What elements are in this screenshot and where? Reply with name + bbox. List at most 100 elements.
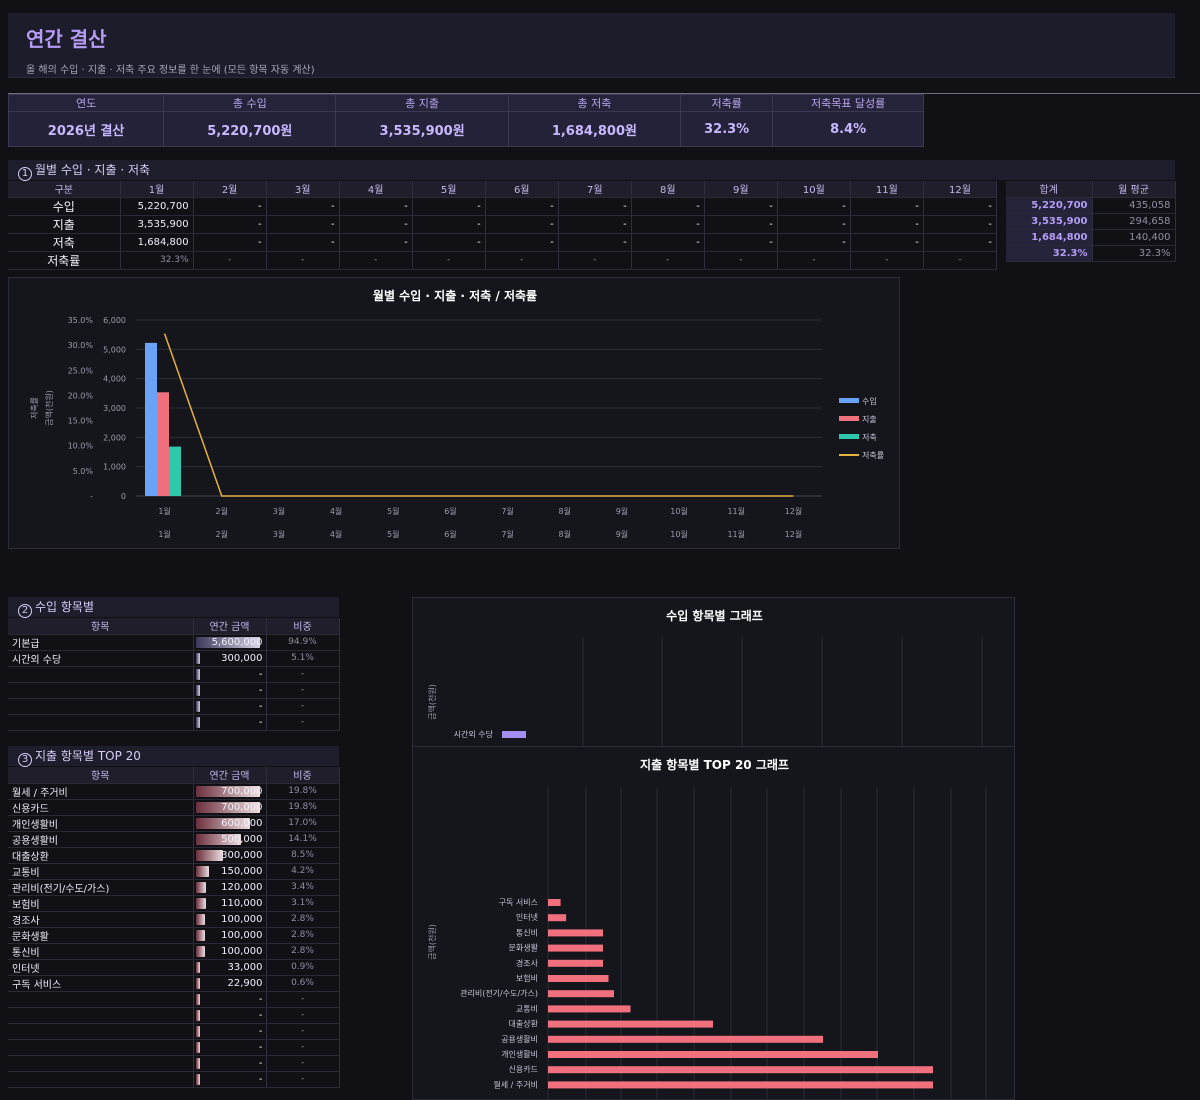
item-share[interactable]: 3.1% [266, 895, 340, 912]
table-cell[interactable]: - [558, 233, 632, 252]
table-cell[interactable]: - [704, 251, 778, 270]
average-cell[interactable]: 140,400 [1092, 229, 1176, 246]
item-amount[interactable]: - [193, 1039, 267, 1056]
table-cell[interactable]: - [485, 197, 559, 216]
item-name[interactable] [8, 1055, 194, 1072]
item-share[interactable]: 19.8% [266, 799, 340, 816]
bar[interactable] [548, 990, 614, 998]
summary-year[interactable]: 2026년 결산 [7, 111, 165, 147]
item-name[interactable]: 대출상환 [8, 847, 194, 864]
table-cell[interactable]: - [704, 233, 778, 252]
item-name[interactable] [8, 714, 194, 731]
item-name[interactable]: 시간외 수당 [8, 650, 194, 667]
item-share[interactable]: - [266, 1023, 340, 1040]
table-cell[interactable]: - [850, 233, 924, 252]
item-share[interactable]: 2.8% [266, 911, 340, 928]
table-cell[interactable]: - [850, 215, 924, 234]
legend-label[interactable]: 저축률 [862, 451, 884, 460]
total-cell[interactable]: 32.3% [1006, 245, 1093, 262]
item-share[interactable]: - [266, 698, 340, 715]
table-cell[interactable]: - [485, 233, 559, 252]
item-name[interactable] [8, 666, 194, 683]
item-name[interactable]: 인터넷 [8, 959, 194, 976]
item-name[interactable]: 신용카드 [8, 799, 194, 816]
bar-지출[interactable] [157, 392, 169, 496]
table-cell[interactable]: 3,535,900 [120, 215, 194, 234]
item-share[interactable]: 8.5% [266, 847, 340, 864]
table-cell[interactable]: - [193, 233, 267, 252]
table-cell[interactable]: - [777, 215, 851, 234]
item-amount[interactable]: - [193, 666, 267, 683]
item-name[interactable] [8, 1023, 194, 1040]
table-cell[interactable]: - [193, 251, 267, 270]
item-name[interactable]: 기본급 [8, 634, 194, 651]
item-amount[interactable]: 600,000 [193, 815, 267, 832]
item-amount[interactable]: 150,000 [193, 863, 267, 880]
summary-goal-rate[interactable]: 8.4% [772, 111, 924, 147]
item-amount[interactable]: - [193, 714, 267, 731]
item-amount[interactable]: 300,000 [193, 650, 267, 667]
bar[interactable] [502, 731, 526, 738]
summary-total-savings[interactable]: 1,684,800원 [507, 111, 682, 147]
table-cell[interactable]: - [339, 197, 413, 216]
bar[interactable] [548, 1005, 631, 1013]
item-amount[interactable]: 110,000 [193, 895, 267, 912]
item-amount[interactable]: 500,000 [193, 831, 267, 848]
item-amount[interactable]: - [193, 1071, 267, 1088]
table-cell[interactable]: - [558, 215, 632, 234]
table-cell[interactable]: - [485, 215, 559, 234]
table-cell[interactable]: - [193, 215, 267, 234]
item-name[interactable]: 경조사 [8, 911, 194, 928]
item-name[interactable] [8, 991, 194, 1008]
table-cell[interactable]: - [339, 233, 413, 252]
table-cell[interactable]: - [266, 233, 340, 252]
item-amount[interactable]: - [193, 1023, 267, 1040]
item-name[interactable]: 보험비 [8, 895, 194, 912]
item-name[interactable] [8, 1039, 194, 1056]
bar[interactable] [548, 944, 603, 952]
item-name[interactable]: 월세 / 주거비 [8, 783, 194, 800]
item-share[interactable]: 3.4% [266, 879, 340, 896]
bar[interactable] [548, 975, 609, 982]
item-share[interactable]: 14.1% [266, 831, 340, 848]
item-name[interactable] [8, 1007, 194, 1024]
item-name[interactable]: 문화생활 [8, 927, 194, 944]
item-amount[interactable]: 700,000 [193, 799, 267, 816]
item-share[interactable]: 0.9% [266, 959, 340, 976]
bar[interactable] [548, 929, 603, 937]
bar[interactable] [548, 1066, 933, 1074]
table-cell[interactable]: - [923, 251, 998, 270]
line-저축률[interactable] [163, 333, 794, 497]
item-amount[interactable]: - [193, 698, 267, 715]
table-cell[interactable]: - [412, 215, 486, 234]
item-amount[interactable]: 5,600,000 [193, 634, 267, 651]
legend-label[interactable]: 저축 [862, 433, 877, 442]
item-share[interactable]: - [266, 1055, 340, 1072]
item-amount[interactable]: 22,900 [193, 975, 267, 992]
legend-label[interactable]: 수입 [862, 397, 877, 406]
table-cell[interactable]: - [777, 251, 851, 270]
item-amount[interactable]: 100,000 [193, 943, 267, 960]
table-cell[interactable]: - [777, 233, 851, 252]
item-name[interactable]: 구독 서비스 [8, 975, 194, 992]
bar[interactable] [548, 914, 567, 922]
table-cell[interactable]: 32.3% [120, 251, 194, 270]
item-share[interactable]: 4.2% [266, 863, 340, 880]
total-cell[interactable]: 1,684,800 [1006, 229, 1093, 246]
bar[interactable] [548, 1081, 933, 1089]
total-cell[interactable]: 3,535,900 [1006, 213, 1093, 230]
table-cell[interactable]: - [631, 197, 705, 216]
bar-저축[interactable] [169, 446, 181, 496]
item-amount[interactable]: 120,000 [193, 879, 267, 896]
item-amount[interactable]: - [193, 1007, 267, 1024]
table-cell[interactable]: - [266, 197, 340, 216]
item-amount[interactable]: - [193, 1055, 267, 1072]
table-cell[interactable]: - [339, 215, 413, 234]
average-cell[interactable]: 32.3% [1092, 245, 1176, 262]
table-cell[interactable]: - [485, 251, 559, 270]
average-cell[interactable]: 294,658 [1092, 213, 1176, 230]
table-cell[interactable]: - [193, 197, 267, 216]
total-cell[interactable]: 5,220,700 [1006, 197, 1093, 214]
item-amount[interactable]: 100,000 [193, 927, 267, 944]
item-share[interactable]: - [266, 1007, 340, 1024]
